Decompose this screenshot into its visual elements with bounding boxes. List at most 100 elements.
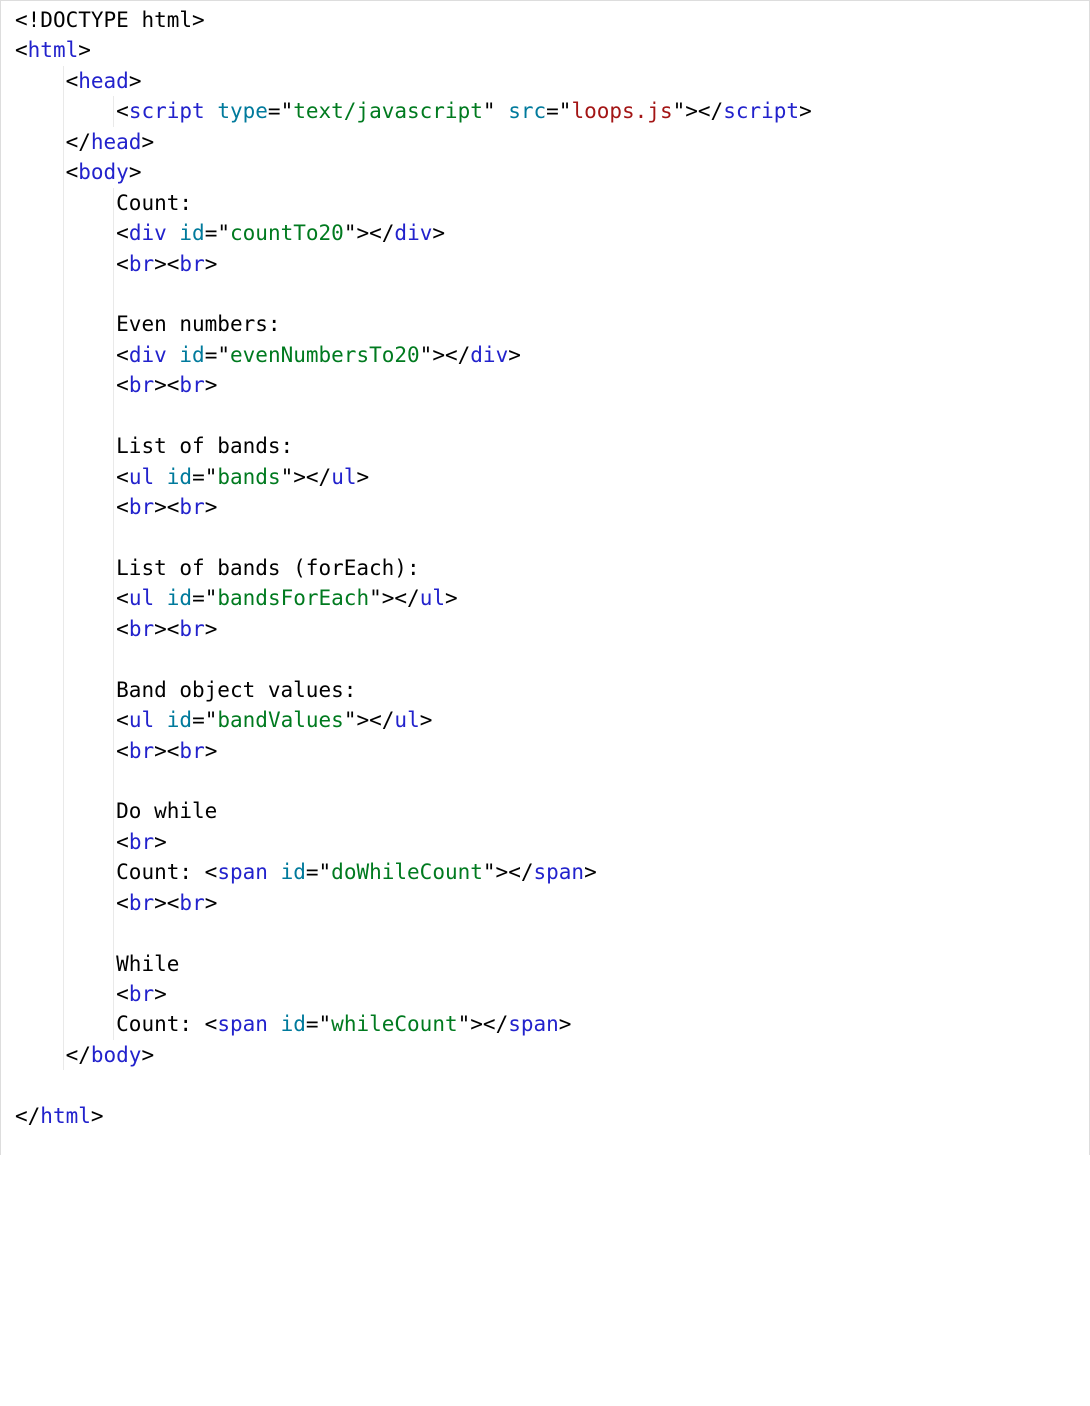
- code-token: <: [167, 617, 180, 641]
- code-token: =: [205, 343, 218, 367]
- code-token: =: [192, 465, 205, 489]
- code-token: span: [534, 860, 585, 884]
- code-line: Do while: [1, 796, 1089, 826]
- indent-guide: [113, 279, 114, 309]
- code-token: <: [116, 495, 129, 519]
- code-token: ": [217, 343, 230, 367]
- code-token: ul: [420, 586, 445, 610]
- indent-guide: [63, 127, 64, 157]
- code-token: >: [685, 99, 698, 123]
- code-token: </: [394, 586, 419, 610]
- indent-guide: [63, 796, 64, 826]
- code-line: </body>: [1, 1040, 1089, 1070]
- indent: [15, 739, 116, 763]
- code-token: =: [268, 99, 281, 123]
- code-token: >: [154, 739, 167, 763]
- indent: [15, 221, 116, 245]
- code-token: bands: [217, 465, 280, 489]
- code-token: <: [116, 982, 129, 1006]
- indent-guide: [113, 796, 114, 826]
- code-line: <!DOCTYPE html>: [1, 5, 1089, 35]
- code-line: <br>: [1, 827, 1089, 857]
- indent: [15, 617, 116, 641]
- code-token: [154, 708, 167, 732]
- code-line: <div id="countTo20"></div>: [1, 218, 1089, 248]
- indent-guide: [113, 401, 114, 431]
- code-line: Band object values:: [1, 675, 1089, 705]
- code-token: =: [546, 99, 559, 123]
- code-token: ": [483, 99, 496, 123]
- code-line: While: [1, 949, 1089, 979]
- indent: [15, 252, 116, 276]
- indent: [15, 982, 116, 1006]
- code-token: <: [116, 465, 129, 489]
- code-token: >: [584, 860, 597, 884]
- code-token: bandsForEach: [217, 586, 369, 610]
- code-token: >: [154, 252, 167, 276]
- blank-line: [15, 282, 28, 306]
- indent: [15, 1043, 66, 1067]
- code-token: bandValues: [217, 708, 343, 732]
- code-token: Count:: [116, 860, 205, 884]
- code-token: <: [116, 891, 129, 915]
- indent-guide: [63, 309, 64, 339]
- code-token: >: [205, 373, 218, 397]
- code-token: <: [116, 739, 129, 763]
- indent-guide: [113, 370, 114, 400]
- code-token: br: [179, 891, 204, 915]
- blank-line: [15, 769, 28, 793]
- code-line: <br><br>: [1, 249, 1089, 279]
- code-token: <: [116, 343, 129, 367]
- indent-guide: [63, 736, 64, 766]
- code-token: text/javascript: [293, 99, 483, 123]
- code-token: </: [369, 708, 394, 732]
- indent-guide: [113, 96, 114, 126]
- blank-line: [15, 1073, 28, 1097]
- indent-guide: [63, 188, 64, 218]
- code-token: ": [205, 708, 218, 732]
- blank-line: [15, 921, 28, 945]
- code-token: <: [116, 99, 129, 123]
- code-token: While: [116, 952, 179, 976]
- indent: [15, 678, 116, 702]
- code-token: br: [179, 252, 204, 276]
- indent-guide: [113, 1009, 114, 1039]
- code-token: </: [15, 1104, 40, 1128]
- indent: [15, 891, 116, 915]
- code-token: </: [698, 99, 723, 123]
- code-token: >: [432, 343, 445, 367]
- code-token: =: [205, 221, 218, 245]
- indent-guide: [113, 188, 114, 218]
- code-token: >: [420, 708, 433, 732]
- code-token: src: [508, 99, 546, 123]
- indent-guide: [113, 827, 114, 857]
- code-token: body: [78, 160, 129, 184]
- indent-guide: [113, 249, 114, 279]
- code-token: br: [129, 617, 154, 641]
- code-line: Even numbers:: [1, 309, 1089, 339]
- code-token: loops.js: [571, 99, 672, 123]
- indent-guide: [113, 309, 114, 339]
- indent-guide: [113, 766, 114, 796]
- indent-guide: [63, 66, 64, 96]
- indent: [15, 434, 116, 458]
- code-token: id: [167, 708, 192, 732]
- indent-guide: [113, 857, 114, 887]
- code-line: <ul id="bands"></ul>: [1, 462, 1089, 492]
- code-token: ul: [394, 708, 419, 732]
- code-token: html: [28, 38, 79, 62]
- indent: [15, 343, 116, 367]
- indent-guide: [63, 96, 64, 126]
- code-token: <: [116, 586, 129, 610]
- code-token: ": [559, 99, 572, 123]
- indent-guide: [63, 918, 64, 948]
- indent-guide: [113, 431, 114, 461]
- indent-guide: [63, 888, 64, 918]
- indent-guide: [63, 705, 64, 735]
- code-line: <body>: [1, 157, 1089, 187]
- code-line: <br>: [1, 979, 1089, 1009]
- code-line: <div id="evenNumbersTo20"></div>: [1, 340, 1089, 370]
- indent-guide: [63, 522, 64, 552]
- code-token: id: [179, 343, 204, 367]
- indent-guide: [113, 614, 114, 644]
